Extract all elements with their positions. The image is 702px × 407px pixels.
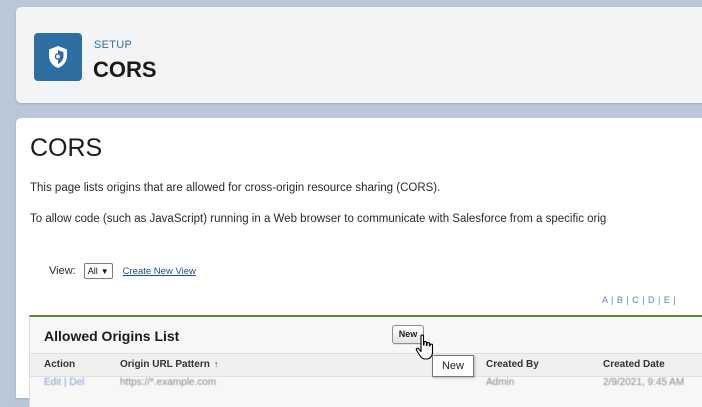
tooltip: New: [432, 355, 474, 377]
table-row: Edit | Del https://*.example.com Admin 2…: [30, 376, 702, 390]
view-label: View:: [49, 265, 76, 277]
column-header-origin-label: Origin URL Pattern: [120, 359, 210, 370]
table-header: Action Origin URL Pattern ↑ Created By Cr…: [30, 353, 702, 377]
breadcrumb[interactable]: SETUP: [94, 39, 132, 51]
view-select[interactable]: All ▼: [83, 263, 113, 279]
page-header: SETUP CORS: [16, 7, 702, 103]
sort-ascending-icon: ↑: [213, 359, 219, 369]
section-title: CORS: [30, 134, 103, 162]
allowed-origins-list: Allowed Origins List New Action Origin U…: [29, 315, 702, 407]
shield-icon: [34, 33, 82, 81]
create-new-view-link[interactable]: Create New View: [123, 266, 196, 277]
description-text-2: To allow code (such as JavaScript) runni…: [30, 213, 607, 225]
description-text: This page lists origins that are allowed…: [30, 182, 441, 194]
view-filter-row: View: All ▼ Create New View: [49, 263, 196, 279]
view-selected-value: All: [87, 266, 98, 276]
page-title: CORS: [93, 57, 157, 82]
column-header-created-date[interactable]: Created Date: [603, 359, 665, 370]
column-header-origin[interactable]: Origin URL Pattern ↑: [120, 359, 218, 370]
column-header-action: Action: [44, 359, 76, 370]
chevron-down-icon: ▼: [100, 266, 109, 276]
main-content: CORS This page lists origins that are al…: [16, 118, 702, 407]
alphabet-filter[interactable]: A | B | C | D | E |: [602, 295, 676, 305]
list-title: Allowed Origins List: [44, 328, 180, 344]
column-header-created-by[interactable]: Created By: [486, 359, 539, 370]
